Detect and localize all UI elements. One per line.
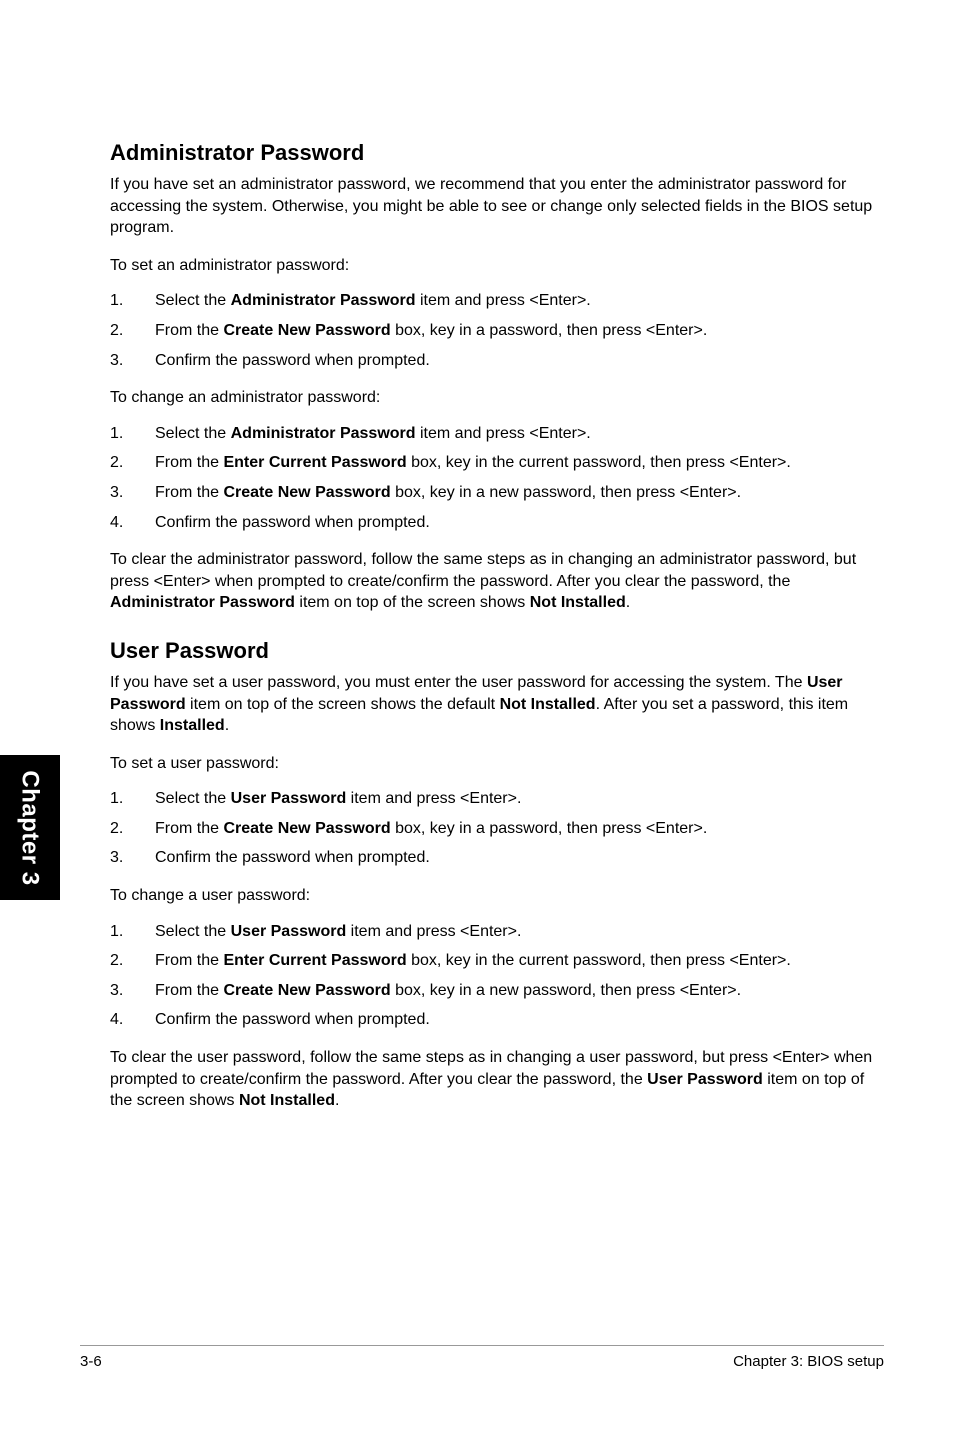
user-clear-text: To clear the user password, follow the s… xyxy=(110,1047,884,1112)
page-footer: 3-6 Chapter 3: BIOS setup xyxy=(0,1353,954,1370)
chapter-side-tab: Chapter 3 xyxy=(0,755,60,900)
user-change-list: Select the User Password item and press … xyxy=(110,921,884,1031)
list-item: Select the Administrator Password item a… xyxy=(110,423,884,445)
list-item: Select the Administrator Password item a… xyxy=(110,290,884,312)
admin-change-list: Select the Administrator Password item a… xyxy=(110,423,884,533)
user-password-section: User Password If you have set a user pas… xyxy=(110,638,884,1112)
admin-set-lead: To set an administrator password: xyxy=(110,255,884,277)
list-item: From the Enter Current Password box, key… xyxy=(110,950,884,972)
user-change-lead: To change a user password: xyxy=(110,885,884,907)
page-content: Administrator Password If you have set a… xyxy=(0,0,954,1112)
user-set-list: Select the User Password item and press … xyxy=(110,788,884,869)
footer-divider xyxy=(80,1345,884,1346)
list-item: Select the User Password item and press … xyxy=(110,788,884,810)
list-item: Select the User Password item and press … xyxy=(110,921,884,943)
user-password-heading: User Password xyxy=(110,638,884,664)
list-item: From the Create New Password box, key in… xyxy=(110,980,884,1002)
footer-chapter-label: Chapter 3: BIOS setup xyxy=(733,1353,884,1370)
list-item: Confirm the password when prompted. xyxy=(110,350,884,372)
list-item: From the Enter Current Password box, key… xyxy=(110,452,884,474)
admin-change-lead: To change an administrator password: xyxy=(110,387,884,409)
user-intro-text: If you have set a user password, you mus… xyxy=(110,672,884,737)
list-item: From the Create New Password box, key in… xyxy=(110,320,884,342)
list-item: Confirm the password when prompted. xyxy=(110,847,884,869)
chapter-side-label: Chapter 3 xyxy=(16,770,44,885)
list-item: From the Create New Password box, key in… xyxy=(110,482,884,504)
admin-password-section: Administrator Password If you have set a… xyxy=(110,140,884,614)
admin-password-heading: Administrator Password xyxy=(110,140,884,166)
list-item: Confirm the password when prompted. xyxy=(110,512,884,534)
admin-intro-text: If you have set an administrator passwor… xyxy=(110,174,884,239)
admin-set-list: Select the Administrator Password item a… xyxy=(110,290,884,371)
admin-clear-text: To clear the administrator password, fol… xyxy=(110,549,884,614)
list-item: From the Create New Password box, key in… xyxy=(110,818,884,840)
page-number: 3-6 xyxy=(80,1353,102,1370)
list-item: Confirm the password when prompted. xyxy=(110,1009,884,1031)
user-set-lead: To set a user password: xyxy=(110,753,884,775)
